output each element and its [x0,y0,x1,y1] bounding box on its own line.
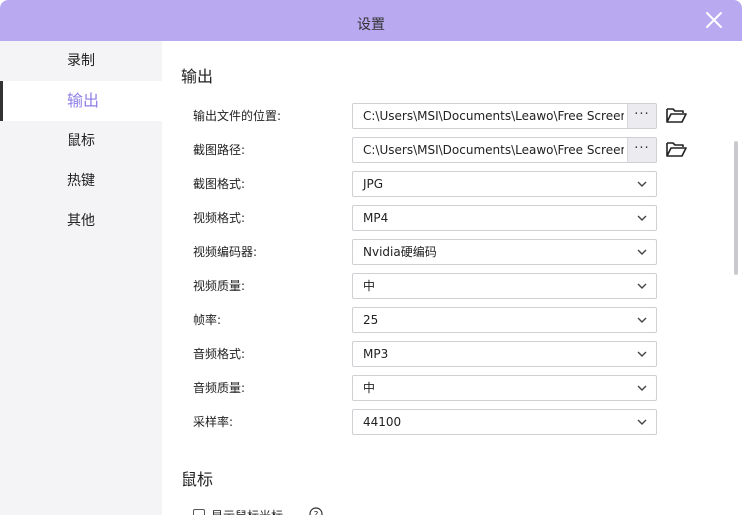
show-cursor-checkbox[interactable] [193,509,205,515]
video-encoder-value: Nvidia硬编码 [363,245,437,259]
screenshot-format-value: JPG [363,177,384,191]
output-path-browse-button[interactable]: ··· [627,104,656,128]
more-label: ··· [634,140,650,156]
settings-window: 设置 录制 输出 鼠标 热键 其他 输出 输出文件的位置: C:\Users\M… [0,0,742,515]
frame-rate-select[interactable]: 25 [352,307,657,333]
video-format-value: MP4 [363,211,389,225]
video-quality-value: 中 [363,279,376,293]
audio-format-select[interactable]: MP3 [352,341,657,367]
open-output-folder-button[interactable] [665,104,687,126]
screenshot-path-field[interactable]: C:\Users\MSI\Documents\Leawo\Free Screen… [352,137,657,163]
sidebar-item-output[interactable]: 输出 [0,81,162,121]
sample-rate-value: 44100 [363,415,402,429]
chevron-down-icon [636,348,648,360]
sidebar-item-label: 录制 [67,53,95,69]
show-cursor-option[interactable]: 显示鼠标光标 [193,507,283,515]
sidebar: 录制 输出 鼠标 热键 其他 [0,41,162,515]
output-path-label: 输出文件的位置: [193,109,282,123]
screenshot-format-select[interactable]: JPG [352,171,657,197]
video-format-select[interactable]: MP4 [352,205,657,231]
sidebar-item-hotkey[interactable]: 热键 [0,161,162,201]
sidebar-item-label: 输出 [67,91,100,110]
close-button[interactable] [702,8,726,32]
audio-quality-select[interactable]: 中 [352,375,657,401]
chevron-down-icon [636,280,648,292]
section-title-output: 输出 [181,67,214,86]
active-indicator [0,81,3,121]
video-quality-label: 视频质量: [193,279,246,293]
folder-open-icon [666,142,687,157]
help-icon[interactable]: ? [309,507,323,515]
video-quality-select[interactable]: 中 [352,273,657,299]
open-screenshot-folder-button[interactable] [665,138,687,160]
sidebar-item-record[interactable]: 录制 [0,41,162,81]
scrollbar-track[interactable] [730,41,742,515]
video-format-label: 视频格式: [193,211,246,225]
folder-open-icon [666,108,687,123]
chevron-down-icon [636,178,648,190]
screenshot-path-value: C:\Users\MSI\Documents\Leawo\Free Screen [363,143,624,157]
audio-quality-label: 音频质量: [193,381,246,395]
video-encoder-select[interactable]: Nvidia硬编码 [352,239,657,265]
sidebar-item-mouse[interactable]: 鼠标 [0,121,162,161]
output-path-field[interactable]: C:\Users\MSI\Documents\Leawo\Free Screen… [352,103,657,129]
svg-text:?: ? [314,511,319,515]
chevron-down-icon [636,416,648,428]
chevron-down-icon [636,314,648,326]
audio-format-label: 音频格式: [193,347,246,361]
video-encoder-label: 视频编码器: [193,245,258,259]
section-title-mouse: 鼠标 [181,470,214,489]
sidebar-item-other[interactable]: 其他 [0,201,162,241]
screenshot-format-label: 截图格式: [193,177,246,191]
screenshot-path-label: 截图路径: [193,143,246,157]
scrollbar-thumb[interactable] [734,141,738,275]
frame-rate-value: 25 [363,313,379,327]
more-label: ··· [634,106,650,122]
audio-format-value: MP3 [363,347,389,361]
chevron-down-icon [636,212,648,224]
chevron-down-icon [636,246,648,258]
sidebar-item-label: 其他 [67,213,95,229]
settings-content: 输出 输出文件的位置: C:\Users\MSI\Documents\Leawo… [162,41,730,515]
title-bar: 设置 [0,0,742,41]
sample-rate-label: 采样率: [193,415,234,429]
screenshot-path-browse-button[interactable]: ··· [627,138,656,162]
frame-rate-label: 帧率: [193,313,222,327]
sidebar-item-label: 鼠标 [67,133,95,149]
audio-quality-value: 中 [363,381,376,395]
close-icon [706,12,722,28]
window-title: 设置 [357,17,385,33]
show-cursor-label: 显示鼠标光标 [211,507,283,515]
chevron-down-icon [636,382,648,394]
output-path-value: C:\Users\MSI\Documents\Leawo\Free Screen [363,109,624,123]
sample-rate-select[interactable]: 44100 [352,409,657,435]
sidebar-item-label: 热键 [67,173,95,189]
